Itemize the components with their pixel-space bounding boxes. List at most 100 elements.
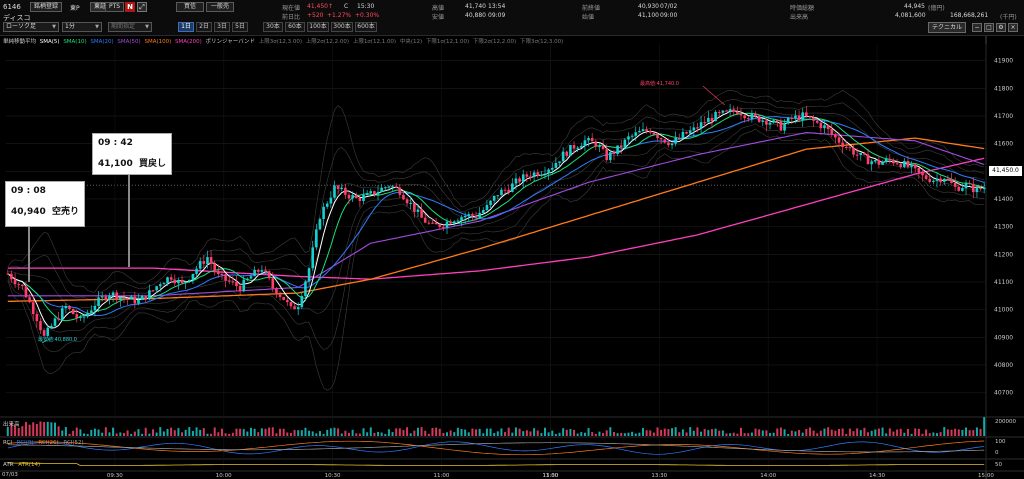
volume-bar xyxy=(776,428,779,436)
volume-bar xyxy=(170,427,173,436)
volume-bar xyxy=(195,427,198,436)
candle-body xyxy=(710,117,714,122)
volume-bar xyxy=(714,428,717,436)
volume-bar xyxy=(358,433,361,436)
candle-body xyxy=(315,229,318,248)
candle-body xyxy=(492,195,496,201)
volume-bar xyxy=(202,428,205,436)
volume-bar xyxy=(754,428,757,436)
candle-body xyxy=(550,167,554,170)
candle-body xyxy=(224,274,227,281)
volume-bar xyxy=(903,432,906,436)
volume-bar xyxy=(57,426,60,436)
volume-bar xyxy=(311,431,314,436)
candle-body xyxy=(975,187,979,193)
callout-trade: 40,940 空売り xyxy=(11,207,80,217)
candle-body xyxy=(42,330,46,336)
volume-bar xyxy=(823,428,826,436)
candle-body xyxy=(209,257,213,264)
volume-bar xyxy=(783,429,786,436)
candle-body xyxy=(373,191,376,195)
low-marker-label: 最安値:40,880.0 xyxy=(38,337,77,343)
volume-bar xyxy=(416,427,419,436)
candle-body xyxy=(39,321,42,331)
volume-bar xyxy=(351,429,354,436)
candle-body xyxy=(583,140,587,147)
x-tick-label: 10:30 xyxy=(325,473,341,479)
candle-body xyxy=(659,138,663,140)
y-tick-label: 41400 xyxy=(994,196,1013,203)
volume-bars xyxy=(6,417,986,436)
volume-label: 出来高 xyxy=(3,422,20,428)
volume-bar xyxy=(790,430,793,436)
volume-bar xyxy=(598,431,601,436)
candle-body xyxy=(968,183,971,185)
candle-body xyxy=(409,203,413,205)
candle-body xyxy=(235,281,238,287)
volume-bar xyxy=(867,432,870,436)
volume-bar xyxy=(859,430,862,436)
volume-bar xyxy=(493,433,496,436)
volume-bar xyxy=(558,432,561,436)
candle-body xyxy=(743,115,746,119)
candle-body xyxy=(518,178,521,182)
candle-body xyxy=(177,279,180,284)
atr-panel-label: ATR ATR(14) xyxy=(3,462,43,468)
candle-body xyxy=(939,178,942,182)
candle-body xyxy=(917,167,921,173)
candle-body xyxy=(514,178,518,184)
candle-body xyxy=(333,185,336,198)
volume-bar xyxy=(362,428,365,436)
price-chart[interactable]: 4190041800417004160041500414004130041200… xyxy=(0,0,1024,479)
candle-body xyxy=(739,113,743,116)
volume-bar xyxy=(983,417,986,436)
volume-bar xyxy=(888,428,891,436)
candle-body xyxy=(354,195,358,199)
candle-body xyxy=(394,186,398,188)
volume-bar xyxy=(340,433,343,436)
volume-bar xyxy=(148,433,151,436)
candle-body xyxy=(158,284,162,287)
candle-body xyxy=(590,138,594,142)
candle-body xyxy=(921,172,924,176)
volume-bar xyxy=(289,432,292,436)
candle-body xyxy=(848,147,852,149)
candle-body xyxy=(815,120,819,123)
volume-bar xyxy=(794,431,797,436)
volume-bar xyxy=(220,428,223,436)
candle-body xyxy=(362,194,365,202)
volume-bar xyxy=(482,433,485,436)
candle-body xyxy=(282,296,285,300)
candle-body xyxy=(21,284,24,287)
candle-body xyxy=(253,269,256,277)
volume-bar xyxy=(667,429,670,436)
volume-bar xyxy=(623,433,626,436)
volume-bar xyxy=(449,430,452,436)
volume-bar xyxy=(921,433,924,436)
volume-bar xyxy=(536,430,539,436)
volume-bar xyxy=(892,431,895,436)
volume-bar xyxy=(834,430,837,436)
candle-body xyxy=(587,138,590,141)
candle-body xyxy=(133,296,137,304)
candle-body xyxy=(823,125,826,129)
volume-bar xyxy=(591,432,594,436)
volume-bar xyxy=(115,433,118,436)
volume-bar xyxy=(649,430,652,436)
x-tick-label: 09:30 xyxy=(107,473,123,479)
volume-bar xyxy=(188,427,191,436)
volume-bar xyxy=(522,431,525,436)
volume-bar xyxy=(529,431,532,436)
volume-bar xyxy=(93,428,96,436)
candle-body xyxy=(108,295,111,300)
candle-body xyxy=(391,186,394,188)
volume-bar xyxy=(86,433,89,436)
candle-body xyxy=(761,120,765,122)
volume-bar xyxy=(540,433,543,436)
volume-bar xyxy=(750,432,753,436)
volume-bar xyxy=(366,432,369,436)
candle-body xyxy=(481,210,485,214)
volume-bar xyxy=(910,433,913,436)
candle-body xyxy=(736,111,739,114)
volume-bar xyxy=(602,432,605,436)
